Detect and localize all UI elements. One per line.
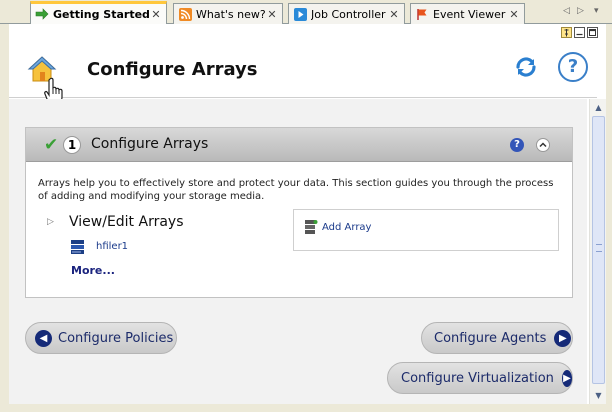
tab-label: Job Controller	[311, 7, 386, 21]
close-icon[interactable]: ✕	[150, 8, 162, 21]
tab-scroll-left-icon[interactable]: ◁	[563, 6, 570, 16]
expand-triangle-icon[interactable]: ▷	[47, 217, 54, 227]
configure-arrays-section: ✔ 1 Configure Arrays ? Arrays help you t…	[25, 127, 573, 298]
more-link[interactable]: More...	[71, 264, 115, 277]
main-content: ✔ 1 Configure Arrays ? Arrays help you t…	[9, 99, 587, 404]
tab-event-viewer[interactable]: Event Viewer ✕	[410, 3, 525, 24]
rss-icon	[178, 7, 192, 21]
add-array-label: Add Array	[322, 221, 372, 233]
checkmark-icon: ✔	[44, 135, 59, 155]
view-toolbar	[9, 24, 606, 43]
section-header[interactable]: ✔ 1 Configure Arrays ?	[26, 128, 572, 162]
array-actions-box: Add Array	[293, 209, 559, 251]
vertical-scrollbar[interactable]: ▲ ▼	[589, 99, 606, 404]
frame-left	[0, 24, 9, 404]
section-description: Arrays help you to effectively store and…	[38, 178, 554, 202]
back-arrow-icon: ◀	[35, 329, 52, 347]
help-icon[interactable]: ?	[558, 52, 588, 82]
close-icon[interactable]: ✕	[266, 8, 278, 21]
view-controls	[561, 27, 598, 38]
flag-icon	[415, 7, 429, 21]
add-array-icon	[304, 219, 318, 235]
refresh-icon[interactable]	[514, 55, 538, 79]
scroll-up-icon[interactable]: ▲	[591, 100, 606, 115]
collapse-icon[interactable]	[536, 138, 550, 152]
pin-icon[interactable]	[561, 27, 572, 38]
green-arrow-icon	[35, 7, 49, 21]
configure-agents-button[interactable]: Configure Agents ▶	[421, 322, 573, 354]
tab-label: What's new?	[196, 7, 266, 21]
view-edit-title: View/Edit Arrays	[69, 214, 184, 230]
play-icon	[293, 7, 307, 21]
array-label[interactable]: hfiler1	[96, 241, 128, 252]
page-title: Configure Arrays	[87, 59, 258, 80]
add-array-link[interactable]: Add Array	[304, 219, 371, 235]
close-icon[interactable]: ✕	[388, 8, 400, 21]
tab-whats-new[interactable]: What's new? ✕	[173, 3, 283, 24]
grip-icon	[596, 244, 602, 252]
tab-list-icon[interactable]: ▾	[594, 6, 599, 16]
section-help-icon[interactable]: ?	[510, 138, 524, 152]
forward-arrow-icon: ▶	[561, 369, 572, 387]
maximize-icon[interactable]	[587, 27, 598, 38]
step-number: 1	[63, 136, 81, 154]
tab-label: Event Viewer	[433, 7, 506, 21]
storage-array-icon	[70, 239, 86, 258]
configure-virtualization-label: Configure Virtualization	[401, 370, 554, 386]
page-header: Configure Arrays ?	[9, 43, 597, 105]
tab-strip: Getting Started ✕ What's new? ✕ Job Cont…	[0, 0, 612, 24]
tab-job-controller[interactable]: Job Controller ✕	[288, 3, 405, 24]
configure-virtualization-button[interactable]: Configure Virtualization ▶	[387, 362, 573, 394]
configure-policies-label: Configure Policies	[58, 330, 174, 346]
section-title: Configure Arrays	[91, 136, 209, 152]
configure-agents-label: Configure Agents	[434, 330, 547, 346]
scroll-down-icon[interactable]: ▼	[591, 388, 606, 403]
forward-arrow-icon: ▶	[554, 329, 572, 347]
scroll-thumb[interactable]	[592, 116, 605, 384]
frame-right	[606, 24, 612, 404]
array-list-item[interactable]: hfiler1	[70, 240, 128, 254]
configure-policies-button[interactable]: ◀ Configure Policies	[25, 322, 177, 354]
tab-scroll-right-icon[interactable]: ▷	[577, 6, 584, 16]
tab-label: Getting Started	[53, 7, 150, 21]
frame-bottom	[0, 404, 612, 412]
close-icon[interactable]: ✕	[508, 8, 520, 21]
minimize-icon[interactable]	[574, 27, 585, 38]
tab-getting-started[interactable]: Getting Started ✕	[30, 1, 167, 24]
